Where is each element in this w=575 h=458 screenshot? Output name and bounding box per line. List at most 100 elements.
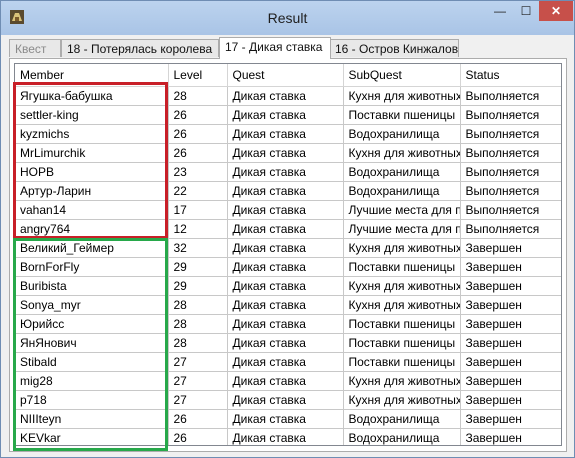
subquest-cell[interactable]: Водохранилища [343, 162, 461, 182]
table-row[interactable]: KEVkar 26 Дикая ставка Водохранилища Заверше… [15, 428, 561, 445]
table-row[interactable]: BornForFly 29 Дикая ставка Поставки пшеницы… [15, 257, 561, 277]
quest-cell[interactable]: Дикая ставка [227, 257, 344, 277]
member-cell[interactable]: vahan14 [15, 200, 169, 220]
status-cell[interactable]: Завершен [460, 333, 561, 353]
level-cell[interactable]: 23 [168, 162, 228, 182]
quest-cell[interactable]: Дикая ставка [227, 124, 344, 144]
member-cell[interactable]: Stibald [15, 352, 169, 372]
quest-cell[interactable]: Дикая ставка [227, 238, 344, 258]
table-row[interactable]: kyzmichs 26 Дикая ставка Водохранилища Выпол… [15, 124, 561, 144]
column-header-quest[interactable]: Quest [227, 64, 344, 87]
member-cell[interactable]: НОРВ [15, 162, 169, 182]
level-cell[interactable]: 28 [168, 333, 228, 353]
level-cell[interactable]: 26 [168, 143, 228, 163]
tab-16-dagger-island[interactable]: 16 - Остров Кинжалов [329, 39, 459, 57]
column-header-member[interactable]: Member [15, 64, 169, 87]
level-cell[interactable]: 28 [168, 86, 228, 106]
status-cell[interactable]: Выполняется [460, 200, 561, 220]
quest-cell[interactable]: Дикая ставка [227, 333, 344, 353]
column-header-status[interactable]: Status [460, 64, 561, 87]
subquest-cell[interactable]: Поставки пшеницы [343, 352, 461, 372]
table-row[interactable]: ЯнЯнович 28 Дикая ставка Поставки пшеницы За… [15, 333, 561, 353]
subquest-cell[interactable]: Водохранилища [343, 124, 461, 144]
status-cell[interactable]: Завершен [460, 371, 561, 391]
subquest-cell[interactable]: Водохранилища [343, 428, 461, 445]
level-cell[interactable]: 26 [168, 105, 228, 125]
level-cell[interactable]: 29 [168, 257, 228, 277]
tab-18-lost-queen[interactable]: 18 - Потерялась королева [61, 39, 219, 57]
member-cell[interactable]: KEVkar [15, 428, 169, 445]
close-button[interactable]: ✕ [539, 1, 573, 21]
member-cell[interactable]: NIIIteyn [15, 409, 169, 429]
minimize-button[interactable]: — [487, 1, 513, 21]
member-cell[interactable]: ЯнЯнович [15, 333, 169, 353]
quest-cell[interactable]: Дикая ставка [227, 105, 344, 125]
quest-cell[interactable]: Дикая ставка [227, 86, 344, 106]
quest-cell[interactable]: Дикая ставка [227, 428, 344, 445]
column-header-level[interactable]: Level [168, 64, 228, 87]
member-cell[interactable]: p718 [15, 390, 169, 410]
level-cell[interactable]: 26 [168, 409, 228, 429]
quest-cell[interactable]: Дикая ставка [227, 390, 344, 410]
status-cell[interactable]: Выполняется [460, 124, 561, 144]
level-cell[interactable]: 32 [168, 238, 228, 258]
member-cell[interactable]: angry764 [15, 219, 169, 239]
status-cell[interactable]: Завершен [460, 295, 561, 315]
subquest-cell[interactable]: Водохранилища [343, 409, 461, 429]
subquest-cell[interactable]: Лучшие места для пр [343, 219, 461, 239]
quest-cell[interactable]: Дикая ставка [227, 181, 344, 201]
table-row[interactable]: НОРВ 23 Дикая ставка Водохранилища Выполняет… [15, 162, 561, 182]
subquest-cell[interactable]: Поставки пшеницы [343, 333, 461, 353]
subquest-cell[interactable]: Водохранилища [343, 181, 461, 201]
member-cell[interactable]: BornForFly [15, 257, 169, 277]
subquest-cell[interactable]: Кухня для животных [343, 295, 461, 315]
table-row[interactable]: Sonya_myr 28 Дикая ставка Кухня для животны… [15, 295, 561, 315]
status-cell[interactable]: Выполняется [460, 219, 561, 239]
column-header-subquest[interactable]: SubQuest [343, 64, 461, 87]
status-cell[interactable]: Выполняется [460, 143, 561, 163]
quest-cell[interactable]: Дикая ставка [227, 200, 344, 220]
member-cell[interactable]: Ягушка-бабушка [15, 86, 169, 106]
subquest-cell[interactable]: Поставки пшеницы [343, 257, 461, 277]
status-cell[interactable]: Завершен [460, 390, 561, 410]
member-cell[interactable]: mig28 [15, 371, 169, 391]
member-cell[interactable]: MrLimurchik [15, 143, 169, 163]
level-cell[interactable]: 26 [168, 124, 228, 144]
members-grid[interactable]: Member Level Quest SubQuest Status Ягушк… [14, 63, 562, 446]
table-row[interactable]: MrLimurchik 26 Дикая ставка Кухня для живот… [15, 143, 561, 163]
subquest-cell[interactable]: Кухня для животных [343, 371, 461, 391]
status-cell[interactable]: Завершен [460, 428, 561, 445]
member-cell[interactable]: Buribista [15, 276, 169, 296]
member-cell[interactable]: settler-king [15, 105, 169, 125]
subquest-cell[interactable]: Кухня для животных [343, 390, 461, 410]
subquest-cell[interactable]: Кухня для животных [343, 143, 461, 163]
table-row[interactable]: Stibald 27 Дикая ставка Поставки пшеницы Зав… [15, 352, 561, 372]
member-cell[interactable]: Великий_Геймер [15, 238, 169, 258]
status-cell[interactable]: Завершен [460, 257, 561, 277]
title-bar[interactable]: Result — ☐ ✕ [1, 1, 574, 35]
status-cell[interactable]: Завершен [460, 314, 561, 334]
quest-cell[interactable]: Дикая ставка [227, 409, 344, 429]
table-row[interactable]: vahan14 17 Дикая ставка Лучшие места для пр… [15, 200, 561, 220]
level-cell[interactable]: 27 [168, 352, 228, 372]
status-cell[interactable]: Завершен [460, 238, 561, 258]
quest-cell[interactable]: Дикая ставка [227, 295, 344, 315]
status-cell[interactable]: Выполняется [460, 181, 561, 201]
subquest-cell[interactable]: Кухня для животных [343, 276, 461, 296]
quest-cell[interactable]: Дикая ставка [227, 219, 344, 239]
level-cell[interactable]: 27 [168, 390, 228, 410]
subquest-cell[interactable]: Кухня для животных [343, 238, 461, 258]
quest-cell[interactable]: Дикая ставка [227, 162, 344, 182]
quest-cell[interactable]: Дикая ставка [227, 352, 344, 372]
status-cell[interactable]: Завершен [460, 352, 561, 372]
tab-17-wild-bet[interactable]: 17 - Дикая ставка [219, 37, 331, 59]
level-cell[interactable]: 27 [168, 371, 228, 391]
level-cell[interactable]: 22 [168, 181, 228, 201]
subquest-cell[interactable]: Поставки пшеницы [343, 314, 461, 334]
level-cell[interactable]: 29 [168, 276, 228, 296]
maximize-button[interactable]: ☐ [513, 1, 539, 21]
quest-cell[interactable]: Дикая ставка [227, 371, 344, 391]
status-cell[interactable]: Завершен [460, 276, 561, 296]
table-row[interactable]: Артур-Ларин 22 Дикая ставка Водохранилища Вы… [15, 181, 561, 201]
table-row[interactable]: NIIIteyn 26 Дикая ставка Водохранилища Завер… [15, 409, 561, 429]
